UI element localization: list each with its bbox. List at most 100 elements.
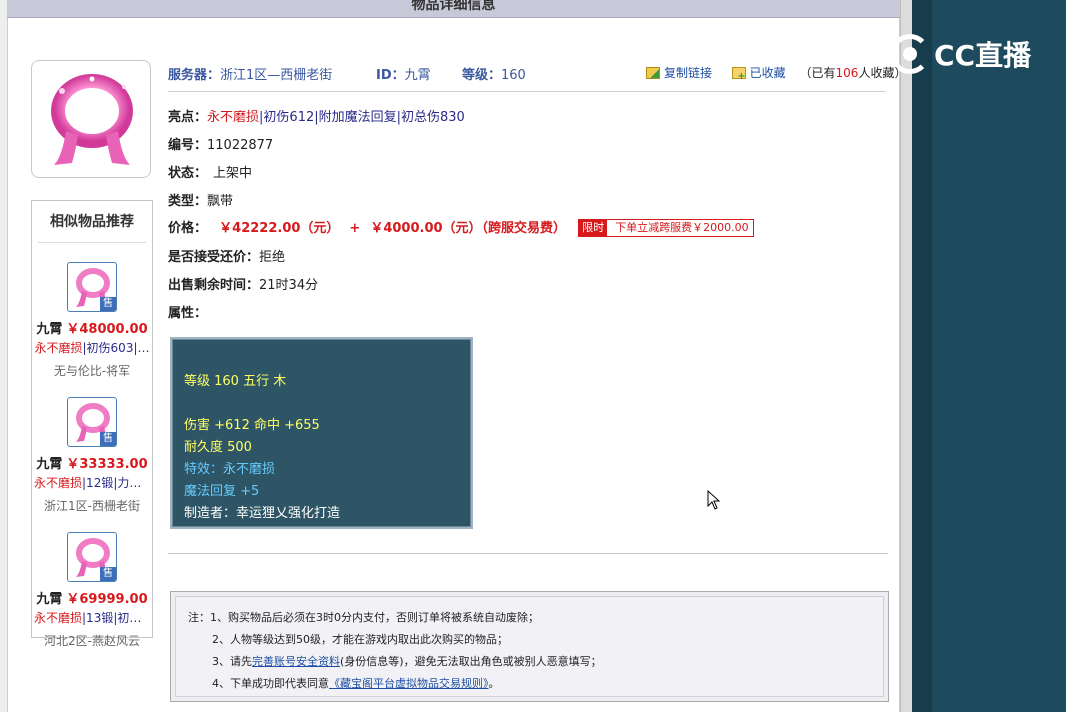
status-label: 状态：: [168, 166, 208, 181]
attributes-label: 属性：: [168, 306, 208, 321]
note-4-suffix: 。: [488, 677, 500, 690]
similar-item-tags: 永不磨损|13锻|初伤…: [32, 609, 152, 626]
similar-item[interactable]: 售 九霄 ￥33333.00 永不磨损|12锻|力敏… 浙江1区-西栅老街: [32, 397, 152, 514]
similar-item-price-line: 九霄 ￥48000.00: [32, 318, 152, 337]
similar-items-title: 相似物品推荐: [38, 201, 146, 243]
similar-item-thumbnail[interactable]: 售: [67, 262, 117, 312]
number-value: 11022877: [207, 138, 274, 153]
similar-item-name: 九霄: [36, 592, 63, 607]
similar-item-name: 九霄: [36, 322, 63, 337]
fav-count-number: 106: [835, 66, 859, 80]
promo-badge: 限时 下单立减跨服费￥2000.00: [578, 219, 754, 237]
similar-item-tag-rest: |12锻|力敏…: [82, 476, 152, 490]
panel-strip: [912, 0, 932, 712]
attributes-panel: 等级 160 五行 木 伤害 +612 命中 +655 耐久度 500 特效：永…: [170, 337, 473, 529]
item-image: [31, 60, 151, 178]
ribbon-item-icon: [51, 74, 133, 165]
server-label: 服务器：: [168, 68, 221, 83]
attr-mana-regen: 魔法回复 +5: [184, 484, 260, 499]
note-3-prefix: 3、请先: [212, 655, 252, 668]
favorite-count: （已有106人收藏）: [800, 66, 907, 80]
promo-text: 下单立减跨服费￥2000.00: [615, 221, 749, 234]
item-header-info: 服务器：浙江1区—西栅老街 ID：九霄 等级：160 复制链接 已收藏 （已有1…: [168, 64, 906, 84]
copy-link-icon[interactable]: [646, 67, 660, 79]
level-value: 160: [501, 68, 526, 83]
note-2: 2、人物等级达到50级，才能在游戏内取出此次购买的物品；: [212, 633, 508, 646]
note-3-suffix: (身份信息等)，避免无法取出角色或被别人恶意填写；: [340, 655, 602, 668]
type-value: 飘带: [207, 194, 234, 209]
price-row: 价格： ￥42222.00（元） + ￥4000.00（元）（跨服交易费） 限时 下单…: [168, 217, 754, 237]
status-row: 状态： 上架中: [168, 162, 252, 181]
page-title: 物品详细信息: [411, 0, 496, 13]
similar-item-tag-rest: |13锻|初伤…: [82, 611, 152, 625]
price-value: ￥42222.00（元）: [219, 221, 340, 236]
attributes-row: 属性：: [168, 302, 207, 321]
similar-item-tag-rest: |初伤603|…: [82, 341, 150, 355]
item-actions: 复制链接 已收藏 （已有106人收藏）: [646, 64, 907, 82]
similar-item[interactable]: 售 九霄 ￥69999.00 永不磨损|13锻|初伤… 河北2区-燕赵风云: [32, 532, 152, 649]
account-security-link[interactable]: 完善账号安全资料: [252, 655, 340, 668]
section-divider: [168, 553, 888, 554]
similar-item-tags: 永不磨损|初伤603|…: [32, 339, 152, 356]
similar-item-name: 九霄: [36, 457, 63, 472]
similar-items-panel: 相似物品推荐 售 九霄 ￥48000.00 永不磨损|初伤603|… 无与伦比-将…: [31, 200, 153, 648]
similar-item-price: ￥69999.00: [66, 592, 148, 607]
highlight-red: 永不磨损: [207, 110, 260, 125]
highlights-row: 亮点：永不磨损|初伤612|附加魔法回复|初总伤830: [168, 106, 465, 125]
similar-item-price: ￥48000.00: [66, 322, 148, 337]
for-sale-badge: 售: [100, 567, 116, 581]
attr-maker: 制造者：幸运狸乂强化打造: [184, 506, 341, 521]
for-sale-badge: 售: [100, 297, 116, 311]
trade-rules-link[interactable]: 《藏宝阁平台虚拟物品交易规则》: [329, 677, 489, 690]
purchase-notes-inner: 注：1、购买物品后必须在3时0分内支付，否则订单将被系统自动废除； 2、人物等级…: [175, 596, 884, 697]
similar-item-thumbnail[interactable]: 售: [67, 397, 117, 447]
similar-item-price: ￥33333.00: [66, 457, 148, 472]
cc-logo-text: CC直播: [934, 39, 1032, 72]
highlights-value: 初伤612|附加魔法回复|初总伤830: [263, 110, 465, 125]
cc-live-logo: CC直播: [890, 34, 1031, 74]
similar-item-server: 浙江1区-西栅老街: [44, 499, 140, 513]
price-plus: +: [349, 221, 361, 236]
attr-level-element: 等级 160 五行 木: [184, 374, 287, 389]
price-label: 价格：: [168, 221, 208, 236]
counter-offer-value: 拒绝: [259, 250, 286, 265]
similar-item-tag-red: 永不磨损: [34, 611, 83, 625]
similar-item-tags: 永不磨损|12锻|力敏…: [32, 474, 152, 491]
note-4: 4、下单成功即代表同意《藏宝阁平台虚拟物品交易规则》。: [188, 673, 883, 695]
purchase-notes: 注：1、购买物品后必须在3时0分内支付，否则订单将被系统自动废除； 2、人物等级…: [170, 591, 889, 702]
type-row: 类型：飘带: [168, 190, 233, 209]
type-label: 类型：: [168, 194, 208, 209]
id-label: ID：: [376, 68, 405, 83]
copy-link-button[interactable]: 复制链接: [664, 66, 712, 80]
cross-server-fee: ￥4000.00（元）（跨服交易费）: [370, 221, 567, 236]
page-title-bar: 物品详细信息: [7, 0, 900, 18]
favorite-icon[interactable]: [731, 67, 746, 82]
note-3: 3、请先完善账号安全资料(身份信息等)，避免无法取出角色或被别人恶意填写；: [188, 651, 883, 673]
similar-item-thumbnail[interactable]: 售: [67, 532, 117, 582]
highlights-label: 亮点：: [168, 110, 208, 125]
similar-item-server: 无与伦比-将军: [53, 364, 131, 378]
id-info: ID：九霄: [376, 64, 431, 83]
server-info: 服务器：浙江1区—西栅老街: [168, 64, 332, 83]
similar-item[interactable]: 售 九霄 ￥48000.00 永不磨损|初伤603|… 无与伦比-将军: [32, 262, 152, 379]
header-divider: [168, 91, 886, 92]
remaining-time-row: 出售剩余时间：21时34分: [168, 274, 318, 293]
server-value: 浙江1区—西栅老街: [220, 68, 333, 83]
stream-side-panel: [912, 0, 1066, 712]
counter-offer-row: 是否接受还价：拒绝: [168, 246, 285, 265]
mouse-cursor-icon: [707, 490, 721, 510]
attr-damage-hit: 伤害 +612 命中 +655: [184, 418, 320, 433]
status-value: 上架中: [213, 166, 253, 181]
favorited-button[interactable]: 已收藏: [750, 66, 786, 80]
similar-item-tag-red: 永不磨损: [34, 476, 83, 490]
level-info: 等级：160: [462, 64, 526, 83]
note-1: 注：1、购买物品后必须在3时0分内支付，否则订单将被系统自动废除；: [188, 611, 539, 624]
id-value: 九霄: [404, 68, 431, 83]
similar-item-price-line: 九霄 ￥33333.00: [32, 453, 152, 472]
number-row: 编号：11022877: [168, 134, 273, 153]
number-label: 编号：: [168, 138, 208, 153]
similar-item-price-line: 九霄 ￥69999.00: [32, 588, 152, 607]
promo-tag: 限时: [579, 220, 608, 236]
similar-item-tag-red: 永不磨损: [34, 341, 83, 355]
fav-count-suffix: 人收藏）: [858, 66, 907, 80]
